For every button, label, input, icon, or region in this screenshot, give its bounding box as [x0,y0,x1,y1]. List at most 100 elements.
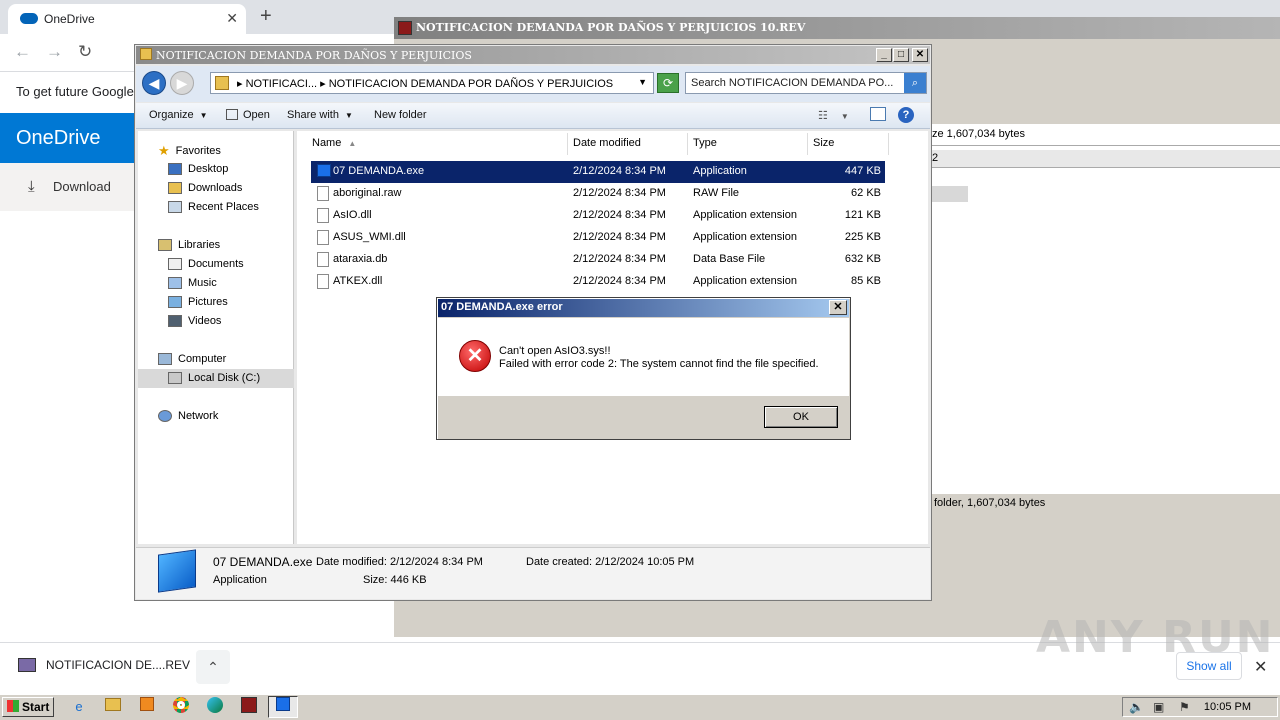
search-icon[interactable]: ⌕ [904,73,926,93]
system-tray: 🔈 ▣ ⚑ 10:05 PM [1122,697,1278,717]
table-row[interactable]: 07 DEMANDA.exe 2/12/2024 8:34 PM Applica… [311,161,885,183]
table-row[interactable]: ASUS_WMI.dll 2/12/2024 8:34 PM Applicati… [311,227,885,249]
nav-network[interactable]: Network [158,410,218,422]
nav-recent-places[interactable]: Recent Places [168,201,259,213]
table-row[interactable]: ATKEX.dll 2/12/2024 8:34 PM Application … [311,271,885,293]
table-row[interactable]: aboriginal.raw 2/12/2024 8:34 PM RAW Fil… [311,183,885,205]
open-icon [226,109,238,120]
taskbar [0,694,1280,720]
nav-libraries[interactable]: Libraries [158,239,220,251]
forward-arrow-icon[interactable]: → [46,42,63,62]
back-button[interactable]: ◀ [142,71,166,95]
view-options-icon[interactable]: ☷ ▼ [818,109,849,122]
network-tray-icon[interactable]: ▣ [1153,700,1164,714]
dialog-title: 07 DEMANDA.exe error [441,301,563,313]
edge-icon[interactable] [204,697,226,717]
details-file-kind: Application [213,574,267,586]
download-file-label: NOTIFICACION DE....REV [46,658,191,672]
table-row[interactable]: AsIO.dll 2/12/2024 8:34 PM Application e… [311,205,885,227]
maximize-button[interactable]: □ [893,48,909,62]
dll-icon [317,230,329,245]
nav-videos[interactable]: Videos [168,315,221,327]
db-icon [317,252,329,267]
dialog-titlebar[interactable]: 07 DEMANDA.exe error [438,299,849,317]
breadcrumb[interactable]: ▸ NOTIFICACI... ▸ NOTIFICACION DEMANDA P… [237,77,613,90]
search-placeholder: Search NOTIFICACION DEMANDA PO... [691,77,894,89]
organize-button[interactable]: Organize ▼ [149,109,208,121]
column-header-name[interactable]: Name ▲ [308,133,568,155]
show-all-button[interactable]: Show all [1176,652,1242,680]
share-with-button[interactable]: Share with ▼ [287,109,353,121]
minimize-button[interactable]: _ [876,48,892,62]
downloads-folder-icon [168,182,182,194]
flag-icon[interactable]: ⚑ [1179,700,1190,714]
refresh-icon[interactable]: ⟳ [657,73,679,93]
dialog-body [438,318,849,396]
application-taskbar-icon[interactable] [272,697,294,717]
search-input[interactable]: Search NOTIFICACION DEMANDA PO... ⌕ [685,72,927,94]
nav-desktop[interactable]: Desktop [168,163,228,175]
info-bar-text: To get future Google [16,84,134,99]
winrar-titlebar[interactable]: NOTIFICACION DEMANDA POR DAÑOS Y PERJUIC… [394,17,1280,39]
ie-icon[interactable]: e [68,697,90,717]
onedrive-cloud-icon [20,13,38,24]
nav-pictures[interactable]: Pictures [168,296,228,308]
winrar-selected-row[interactable] [932,186,968,202]
explorer-titlebar[interactable]: NOTIFICACION DEMANDA POR DAÑOS Y PERJUIC… [136,46,930,64]
recent-places-icon [168,201,182,213]
dll-icon [317,274,329,289]
desktop-icon [168,163,182,175]
reload-icon[interactable]: ↻ [78,42,92,62]
details-date-modified: Date modified: 2/12/2024 8:34 PM [316,556,483,568]
nav-local-disk[interactable]: Local Disk (C:) [168,372,260,384]
ok-button[interactable]: OK [764,406,838,428]
download-icon: ⤓ [28,178,35,195]
pictures-icon [168,296,182,308]
table-row[interactable]: ataraxia.db 2/12/2024 8:34 PM Data Base … [311,249,885,271]
tab-close-icon[interactable]: ✕ [226,10,238,27]
winrar-title: NOTIFICACION DEMANDA POR DAÑOS Y PERJUIC… [416,21,806,34]
media-player-icon[interactable] [136,697,158,717]
nav-computer[interactable]: Computer [158,353,226,365]
address-bar[interactable]: ▸ NOTIFICACI... ▸ NOTIFICACION DEMANDA P… [210,72,654,94]
help-icon[interactable]: ? [898,107,914,123]
onedrive-download-button[interactable]: ⤓ Download [0,163,134,211]
start-button[interactable]: Start [2,697,54,717]
dialog-close-button[interactable]: ✕ [829,300,847,315]
chrome-tab-onedrive[interactable]: OneDrive ✕ [8,4,246,34]
nav-documents[interactable]: Documents [168,258,244,270]
volume-icon[interactable]: 🔈 [1129,700,1144,714]
rar-file-icon [18,658,36,672]
network-icon [158,410,172,422]
download-label: Download [53,179,111,194]
winrar-status-bar: folder, 1,607,034 bytes [932,494,1280,514]
chrome-icon[interactable] [170,697,192,717]
chevron-up-icon[interactable]: ⌃ [196,650,230,684]
close-button[interactable]: ✕ [912,48,928,62]
download-item[interactable]: NOTIFICACION DE....REV [18,658,190,672]
column-header-date[interactable]: Date modified [569,133,688,155]
dll-icon [317,208,329,223]
error-message-line1: Can't open AsIO3.sys!! [499,345,611,357]
column-header-size[interactable]: Size [809,133,889,155]
new-folder-button[interactable]: New folder [374,109,427,121]
nav-favorites[interactable]: ★ Favorites [158,143,221,159]
explorer-icon[interactable] [102,697,124,717]
close-icon[interactable]: ✕ [1254,657,1267,677]
forward-button[interactable]: ▶ [170,71,194,95]
open-button[interactable]: Open [226,109,270,121]
preview-pane-icon[interactable] [870,107,886,121]
nav-downloads[interactable]: Downloads [168,182,242,194]
documents-icon [168,258,182,270]
details-size: Size: 446 KB [363,574,427,586]
application-icon [158,549,196,593]
chevron-down-icon[interactable]: ▼ [638,77,647,87]
details-date-created: Date created: 2/12/2024 10:05 PM [526,556,695,568]
winrar-header-cell: 2 [932,152,939,164]
winrar-icon [398,21,412,35]
nav-music[interactable]: Music [168,277,217,289]
column-header-type[interactable]: Type [689,133,808,155]
winrar-taskbar-icon[interactable] [238,697,260,717]
new-tab-button[interactable]: + [260,5,272,28]
back-arrow-icon[interactable]: ← [14,42,31,62]
